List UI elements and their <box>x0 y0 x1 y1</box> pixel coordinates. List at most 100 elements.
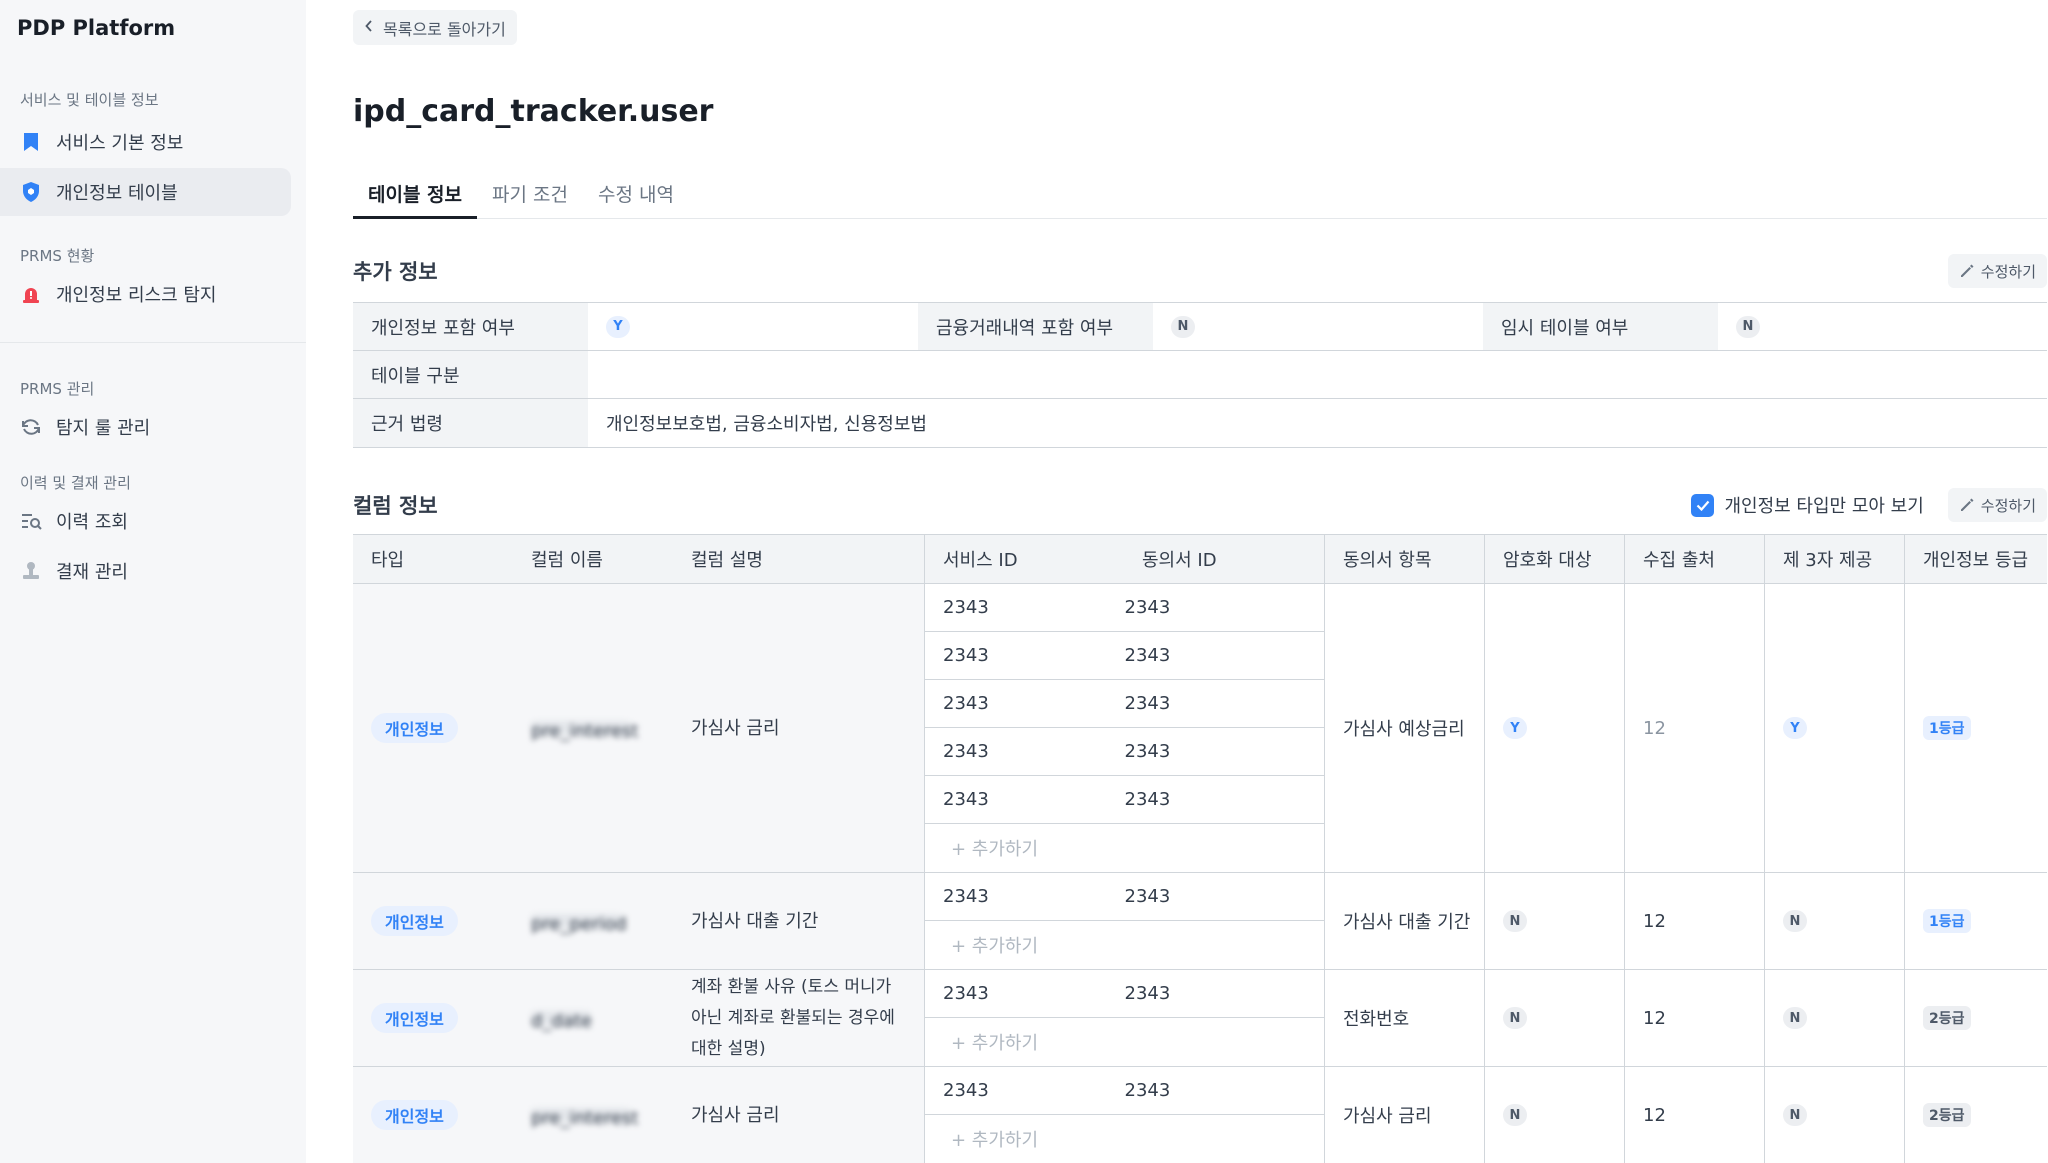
third-party-cell: Y <box>1764 584 1904 872</box>
service-id: 2343 <box>943 983 989 1004</box>
header-consent-item: 동의서 항목 <box>1324 535 1484 583</box>
blurred-column-name: pre_interest <box>531 721 639 742</box>
tab-bar: 테이블 정보 파기 조건 수정 내역 <box>353 178 2047 219</box>
source-cell: 12 <box>1624 584 1764 872</box>
id-list: 2343 2343 2343 2343 2343 2343 2343 2343 2343… <box>924 584 1324 872</box>
id-row[interactable]: 2343 2343 <box>925 873 1324 921</box>
table-row[interactable]: 개인정보 pre_interest 가심사 금리 2343 2343 2343 23… <box>353 584 2047 873</box>
extra-info-title: 추가 정보 <box>353 260 438 284</box>
sidebar-item-risk-detection[interactable]: 개인정보 리스크 탐지 <box>0 270 291 318</box>
column-name-cell: pre_interest <box>513 1067 673 1163</box>
info-value: Y <box>588 303 918 350</box>
add-id-button[interactable]: + 추가하기 <box>925 824 1324 872</box>
sidebar-section-title: PRMS 현황 <box>20 247 95 265</box>
info-value: N <box>1718 303 1760 350</box>
grade-badge: 2등급 <box>1923 1006 1971 1030</box>
status-badge: N <box>1783 910 1807 932</box>
sidebar-item-history[interactable]: 이력 조회 <box>0 497 291 545</box>
tab-edit-history[interactable]: 수정 내역 <box>583 178 689 219</box>
sidebar-item-approval[interactable]: 결재 관리 <box>0 547 291 595</box>
info-label: 테이블 구분 <box>353 351 588 398</box>
info-label: 근거 법령 <box>353 399 588 447</box>
status-badge: N <box>1783 1104 1807 1126</box>
id-row[interactable]: 2343 2343 <box>925 632 1324 680</box>
siren-icon <box>20 283 42 305</box>
id-row[interactable]: 2343 2343 <box>925 776 1324 824</box>
header-encryption: 암호화 대상 <box>1484 535 1624 583</box>
pencil-icon <box>1960 264 1974 277</box>
status-badge: Y <box>606 315 630 338</box>
column-info-header: 컬럼 정보 개인정보 타입만 모아 보기 수정하기 <box>353 488 2047 522</box>
sidebar-item-service-info[interactable]: 서비스 기본 정보 <box>0 118 291 166</box>
info-row: 개인정보 포함 여부 Y 금융거래내역 포함 여부 N 임시 테이블 여부 N <box>353 303 2047 351</box>
sidebar-section-title: 이력 및 결재 관리 <box>20 474 131 492</box>
main-content: 목록으로 돌아가기 ipd_card_tracker.user 테이블 정보 파… <box>306 0 2048 1163</box>
table-row[interactable]: 개인정보 pre_interest 가심사 금리 2343 2343 + 추가하기… <box>353 1067 2047 1163</box>
consent-id: 2343 <box>1124 1080 1171 1101</box>
column-info-title: 컬럼 정보 <box>353 494 438 518</box>
encryption-cell: Y <box>1484 584 1624 872</box>
consent-item-cell: 가심사 금리 <box>1324 1067 1484 1163</box>
header-service-id: 서비스 ID <box>924 535 1124 583</box>
table-row[interactable]: 개인정보 pre_period 가심사 대출 기간 2343 2343 + 추가하… <box>353 873 2047 970</box>
status-badge: N <box>1736 315 1760 338</box>
type-cell: 개인정보 <box>353 584 513 872</box>
type-cell: 개인정보 <box>353 970 513 1066</box>
privacy-type-filter-checkbox[interactable]: 개인정보 타입만 모아 보기 <box>1691 492 1924 518</box>
add-id-button[interactable]: + 추가하기 <box>925 1115 1324 1163</box>
service-id: 2343 <box>943 693 989 714</box>
id-row[interactable]: 2343 2343 <box>925 584 1324 632</box>
encryption-cell: N <box>1484 873 1624 969</box>
consent-id: 2343 <box>1124 645 1171 666</box>
tab-destruction-conditions[interactable]: 파기 조건 <box>477 178 583 219</box>
column-desc-cell: 가심사 대출 기간 <box>673 873 924 969</box>
edit-extra-info-button[interactable]: 수정하기 <box>1947 254 2047 288</box>
tab-table-info[interactable]: 테이블 정보 <box>353 178 478 219</box>
grade-badge: 1등급 <box>1923 716 1971 740</box>
header-column-name: 컬럼 이름 <box>531 550 603 571</box>
bookmark-icon <box>20 131 42 153</box>
header-third-party: 제 3자 제공 <box>1764 535 1904 583</box>
info-label: 개인정보 포함 여부 <box>353 303 588 350</box>
column-name-cell: d_date <box>513 970 673 1066</box>
blurred-column-name: d_date <box>531 1011 593 1032</box>
header-column-desc: 컬럼 설명 <box>691 550 763 571</box>
edit-columns-button[interactable]: 수정하기 <box>1947 488 2047 522</box>
source-cell: 12 <box>1624 970 1764 1066</box>
info-label: 임시 테이블 여부 <box>1483 303 1718 350</box>
chevron-left-icon <box>365 19 373 36</box>
table-row[interactable]: 개인정보 d_date 계좌 환불 사유 (토스 머니가 아닌 계좌로 환불되는… <box>353 970 2047 1067</box>
id-row[interactable]: 2343 2343 <box>925 728 1324 776</box>
type-badge: 개인정보 <box>371 1003 458 1033</box>
back-to-list-button[interactable]: 목록으로 돌아가기 <box>353 10 517 45</box>
status-badge: N <box>1503 1104 1527 1126</box>
consent-id: 2343 <box>1124 693 1171 714</box>
id-list: 2343 2343 + 추가하기 <box>924 1067 1324 1163</box>
info-value: N <box>1153 303 1483 350</box>
grade-cell: 1등급 <box>1904 873 2047 969</box>
shield-icon <box>20 181 42 203</box>
back-label: 목록으로 돌아가기 <box>383 19 506 39</box>
extra-info-header: 추가 정보 수정하기 <box>353 254 2047 288</box>
status-badge: N <box>1783 1007 1807 1029</box>
id-row[interactable]: 2343 2343 <box>925 970 1324 1018</box>
app-logo[interactable]: PDP Platform <box>0 14 306 42</box>
grade-cell: 2등급 <box>1904 1067 2047 1163</box>
third-party-cell: N <box>1764 873 1904 969</box>
sidebar-item-privacy-table[interactable]: 개인정보 테이블 <box>0 168 291 216</box>
id-row[interactable]: 2343 2343 <box>925 1067 1324 1115</box>
add-id-button[interactable]: + 추가하기 <box>925 921 1324 969</box>
info-label: 금융거래내역 포함 여부 <box>918 303 1153 350</box>
column-name-cell: pre_interest <box>513 584 673 872</box>
status-badge: N <box>1503 910 1527 932</box>
status-badge: N <box>1171 315 1195 338</box>
edit-label: 수정하기 <box>1980 496 2036 515</box>
header-source: 수집 출처 <box>1624 535 1764 583</box>
header-type: 타입 <box>371 550 405 571</box>
add-id-button[interactable]: + 추가하기 <box>925 1018 1324 1066</box>
info-row: 근거 법령 개인정보보호법, 금융소비자법, 신용정보법 <box>353 399 2047 448</box>
service-id: 2343 <box>943 789 989 810</box>
sidebar-item-label: 탐지 룰 관리 <box>56 418 151 439</box>
sidebar-item-rule-management[interactable]: 탐지 룰 관리 <box>0 403 291 451</box>
id-row[interactable]: 2343 2343 <box>925 680 1324 728</box>
